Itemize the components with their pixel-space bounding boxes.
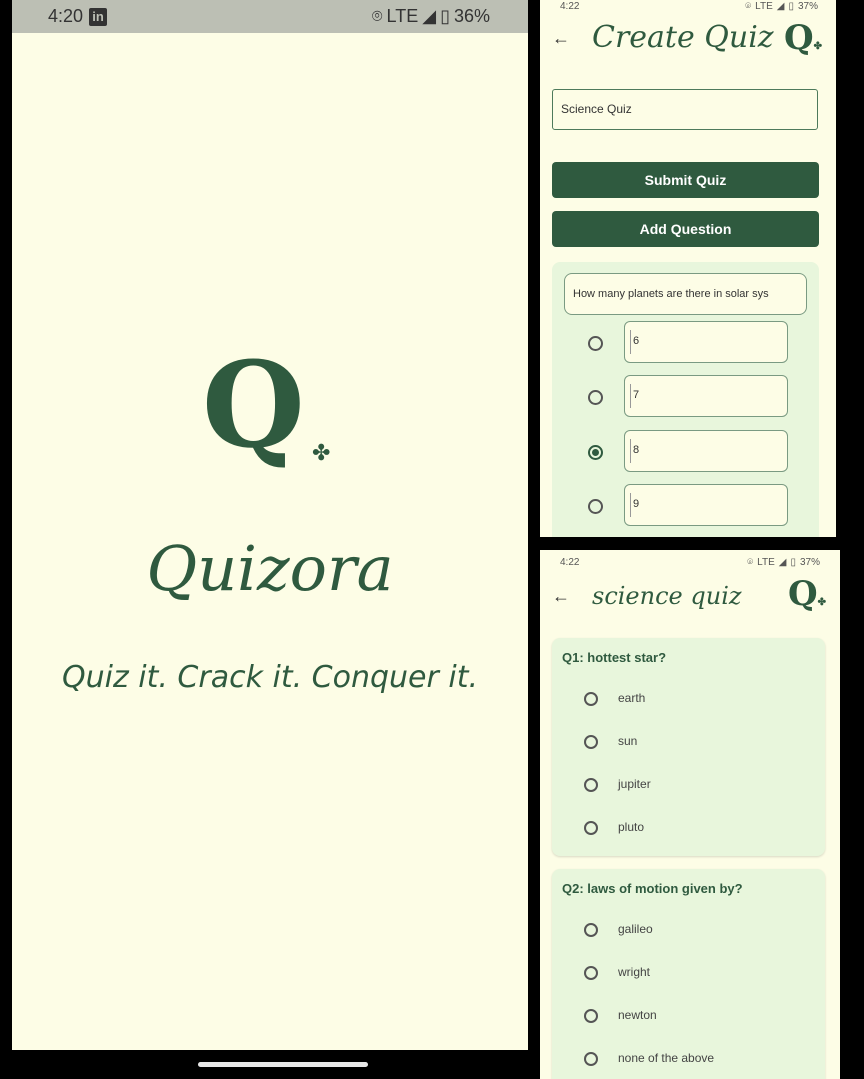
back-arrow-icon[interactable]: ←	[552, 28, 570, 49]
answer-option[interactable]: jupiter	[552, 775, 825, 795]
option-row: 6	[552, 321, 819, 363]
network-label: LTE	[755, 0, 773, 12]
status-bar: 4:22 ⌾ LTE ◢ ▯ 37%	[540, 0, 836, 12]
question-card: How many planets are there in solar sys …	[552, 262, 819, 537]
option-input[interactable]: 9	[624, 484, 788, 526]
signal-icon: ◢	[778, 556, 787, 568]
network-label: LTE	[386, 6, 419, 26]
option-radio-selected[interactable]	[588, 445, 603, 460]
splash-screen: 4:20 in ⌾ LTE ◢ ▯ 36% Q ✤ Quizora Quiz i…	[12, 0, 528, 1050]
quiz-title-input[interactable]: Science Quiz	[552, 89, 818, 130]
answer-option[interactable]: none of the above	[552, 1049, 825, 1069]
answer-option[interactable]: pluto	[552, 818, 825, 838]
add-question-button[interactable]: Add Question	[552, 211, 819, 247]
option-input[interactable]: 8	[624, 430, 788, 472]
option-radio[interactable]	[584, 966, 598, 980]
page-title: science quiz	[592, 582, 742, 610]
sparkle-icon: ✤	[813, 41, 822, 52]
option-radio[interactable]	[584, 1009, 598, 1023]
hotspot-icon: ⌾	[371, 6, 383, 26]
battery-icon: ▯	[790, 556, 796, 568]
option-radio[interactable]	[588, 499, 603, 514]
status-bar: 4:20 in ⌾ LTE ◢ ▯ 36%	[12, 0, 528, 33]
home-indicator[interactable]	[198, 1062, 368, 1067]
option-radio[interactable]	[588, 336, 603, 351]
status-time: 4:22	[560, 556, 580, 568]
option-row: 8	[552, 430, 819, 472]
question-text: Q1: hottest star?	[562, 650, 667, 665]
option-input[interactable]: 6	[624, 321, 788, 363]
battery-label: 37%	[799, 556, 820, 568]
battery-label: 37%	[797, 0, 818, 12]
sparkle-icon: ✤	[312, 440, 331, 465]
question-text: Q2: laws of motion given by?	[562, 881, 743, 896]
app-name: Quizora	[146, 532, 394, 605]
tagline: Quiz it. Crack it. Conquer it.	[62, 660, 478, 695]
battery-icon: ▯	[788, 0, 794, 12]
question-card: Q1: hottest star? earth sun jupiter plut…	[552, 638, 825, 856]
answer-option[interactable]: sun	[552, 732, 825, 752]
answer-option[interactable]: galileo	[552, 920, 825, 940]
sparkle-icon: ✤	[817, 597, 826, 608]
answer-option[interactable]: earth	[552, 689, 825, 709]
app-bar: ← Create Quiz Q✤	[540, 14, 836, 64]
create-quiz-screen: 4:22 ⌾ LTE ◢ ▯ 37% ← Create Quiz Q✤ Scie…	[540, 0, 836, 537]
quiz-preview-screen: 4:22 ⌾ LTE ◢ ▯ 37% ← science quiz Q✤ Q1:…	[540, 550, 840, 1079]
logo-q: Q✤	[783, 18, 822, 58]
option-row: 9	[552, 484, 819, 526]
logo-q: Q	[202, 335, 305, 474]
option-radio[interactable]	[584, 821, 598, 835]
option-radio[interactable]	[584, 692, 598, 706]
network-label: LTE	[757, 556, 775, 568]
hotspot-icon: ⌾	[747, 556, 754, 568]
question-card: Q2: laws of motion given by? galileo wri…	[552, 869, 825, 1079]
battery-label: 36%	[453, 6, 490, 26]
status-bar: 4:22 ⌾ LTE ◢ ▯ 37%	[540, 556, 840, 568]
page-title: Create Quiz	[592, 20, 774, 55]
hotspot-icon: ⌾	[745, 0, 752, 12]
option-radio[interactable]	[588, 390, 603, 405]
option-radio[interactable]	[584, 735, 598, 749]
linkedin-icon: in	[89, 7, 108, 26]
submit-quiz-button[interactable]: Submit Quiz	[552, 162, 819, 198]
status-time: 4:20	[48, 6, 84, 26]
option-radio[interactable]	[584, 778, 598, 792]
logo-q: Q✤	[787, 574, 826, 614]
answer-option[interactable]: newton	[552, 1006, 825, 1026]
status-time: 4:22	[560, 0, 580, 12]
option-radio[interactable]	[584, 1052, 598, 1066]
back-arrow-icon[interactable]: ←	[552, 586, 570, 607]
question-input[interactable]: How many planets are there in solar sys	[564, 273, 807, 315]
option-radio[interactable]	[584, 923, 598, 937]
answer-option[interactable]: wright	[552, 963, 825, 983]
option-row: 7	[552, 375, 819, 417]
signal-icon: ◢	[776, 0, 785, 12]
option-input[interactable]: 7	[624, 375, 788, 417]
battery-icon: ▯	[440, 6, 450, 26]
signal-icon: ◢	[422, 6, 437, 26]
